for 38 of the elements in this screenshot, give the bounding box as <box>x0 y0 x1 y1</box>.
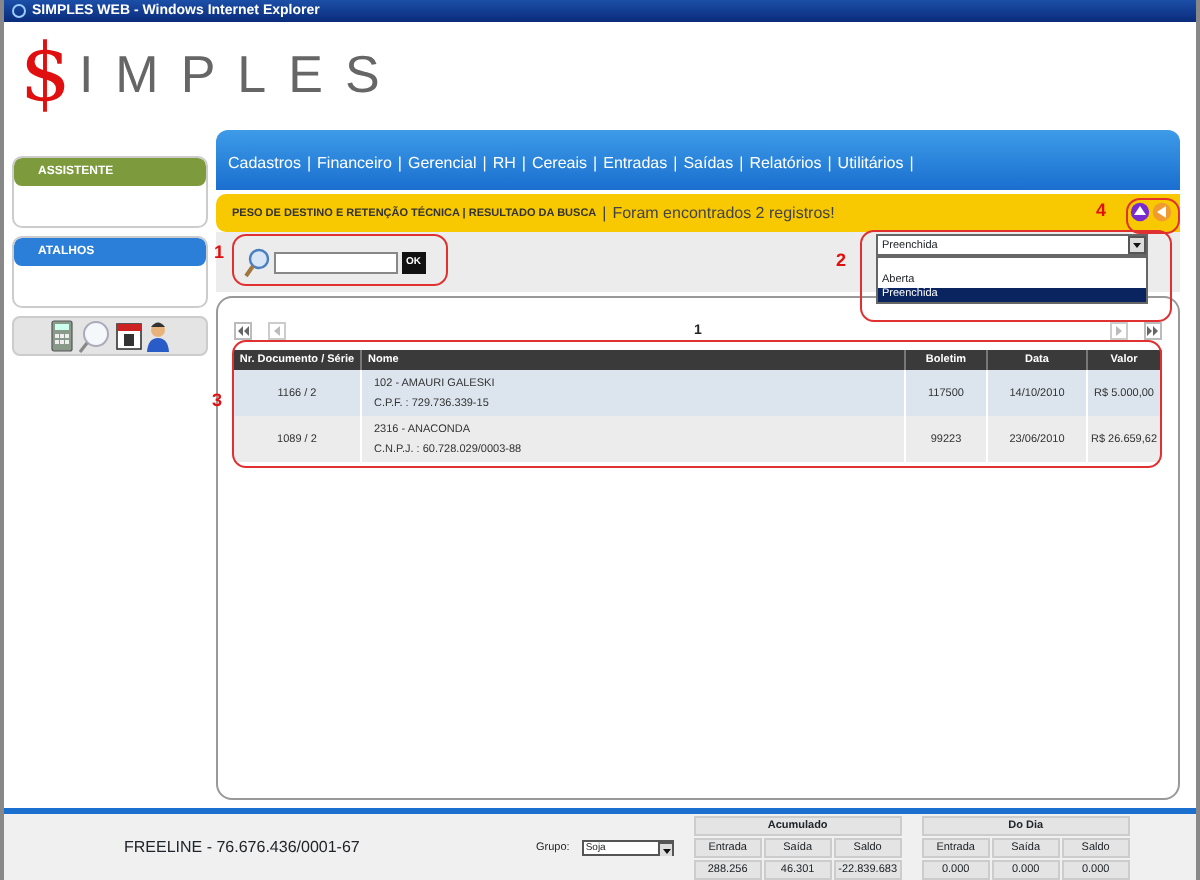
annotation-number: 4 <box>1096 200 1107 220</box>
menu-link[interactable]: Entradas <box>603 154 668 172</box>
menu-separator: | <box>673 154 678 172</box>
caret-icon <box>1128 236 1146 254</box>
menu-separator: | <box>521 154 526 172</box>
company-info: FREELINE - 76.676.436/0001-67 <box>122 838 362 856</box>
menu-link[interactable]: Saídas <box>683 154 734 172</box>
menu-link[interactable]: Financeiro <box>317 154 392 172</box>
logo-symbol: $ <box>20 34 71 114</box>
result-message: Foram encontrados 2 registros! <box>612 204 835 222</box>
breadcrumb-separator: | <box>602 204 607 222</box>
annotation-number: 1 <box>214 242 225 262</box>
caret-icon <box>657 841 672 855</box>
logo-text: IMPLES <box>78 48 402 100</box>
search-field[interactable] <box>274 251 398 273</box>
menu-separator: | <box>306 154 312 172</box>
menu-separator: | <box>827 154 832 172</box>
menu-separator: | <box>397 154 402 172</box>
menu-link[interactable]: Relatórios <box>749 154 822 172</box>
annotation-number: 3 <box>212 390 223 410</box>
upload-icon[interactable] <box>1130 202 1150 222</box>
first-page-icon[interactable] <box>234 322 252 340</box>
last-page-icon[interactable] <box>1144 322 1162 340</box>
menu-link[interactable]: RH <box>492 154 516 172</box>
menu-separator: | <box>909 154 914 172</box>
person-icon[interactable] <box>146 320 170 352</box>
calculator-icon[interactable] <box>50 320 74 352</box>
menu-link[interactable]: Cereais <box>531 154 588 172</box>
calendar-icon[interactable] <box>116 322 142 350</box>
menu-separator: | <box>482 154 487 172</box>
menu-link[interactable]: Gerencial <box>407 154 477 172</box>
search-icon <box>244 247 270 277</box>
menu-separator: | <box>593 154 598 172</box>
annotation-number: 2 <box>836 250 847 270</box>
menu-link[interactable]: Cadastros <box>228 154 301 172</box>
menu-link[interactable]: Utilitários <box>837 154 904 172</box>
browser-icon <box>12 4 26 18</box>
menu-separator: | <box>739 154 744 172</box>
